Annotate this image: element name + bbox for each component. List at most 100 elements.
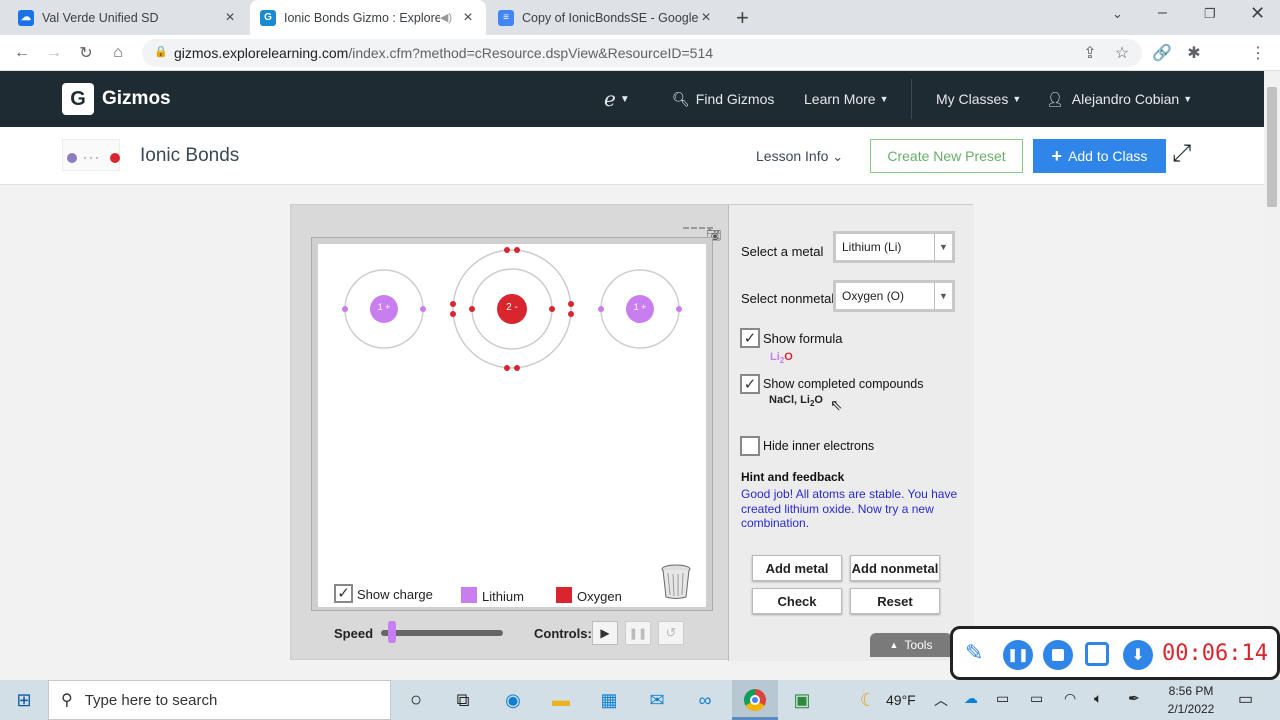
gizmos-logo-text[interactable]: Gizmos	[102, 88, 171, 110]
hide-inner-electrons-checkbox[interactable]	[740, 436, 760, 456]
learn-more-menu[interactable]: Learn More ▼	[804, 71, 889, 127]
page-scrollbar[interactable]	[1264, 71, 1280, 680]
search-icon: 🔍︎	[672, 90, 690, 107]
mouse-cursor-icon: ⇖	[830, 397, 843, 414]
minimize-icon[interactable]: –	[1158, 4, 1167, 22]
close-tab-icon[interactable]: ×	[460, 9, 476, 27]
wifi-icon[interactable]: ◠	[1064, 690, 1076, 707]
speed-slider-track[interactable]	[381, 630, 503, 636]
mute-icon[interactable]: ◀)	[440, 11, 452, 24]
gizmo-thumbnail	[62, 139, 120, 171]
add-to-class-button[interactable]: + Add to Class	[1033, 139, 1166, 173]
tools-tab[interactable]: ▲ Tools	[870, 633, 952, 657]
tab-ionic-bonds[interactable]: G Ionic Bonds Gizmo : ExploreL ◀) ×	[250, 0, 486, 35]
volume-icon[interactable]: 🔈︎	[1094, 690, 1102, 707]
url-field[interactable]: 🔒 gizmos.explorelearning.com/index.cfm?m…	[142, 39, 1142, 67]
user-menu[interactable]: 👤︎ Alejandro Cobian ▼	[1046, 71, 1192, 127]
download-icon[interactable]: ⬇	[1123, 640, 1153, 670]
windows-taskbar: ⊞ ⚲ Type here to search ○ ⧉ ◉ ▬ ▦ ✉ ∞ ▣ …	[0, 680, 1280, 720]
close-tab-icon[interactable]: ×	[698, 9, 714, 27]
share-icon[interactable]: ⇪	[1078, 41, 1102, 65]
notifications-icon[interactable]: ▭	[1238, 689, 1253, 709]
pause-recording-icon[interactable]: ❚❚	[1003, 640, 1033, 670]
show-charge-checkbox[interactable]: ✓	[334, 584, 353, 603]
scroll-thumb[interactable]	[1267, 87, 1277, 207]
docs-icon: ≡	[498, 9, 514, 26]
home-icon[interactable]: ⌂	[106, 41, 130, 65]
tab-search-icon[interactable]: ⌄	[1112, 6, 1123, 22]
battery-icon[interactable]: ▭	[1030, 690, 1043, 707]
show-completed-label: Show completed compounds	[763, 377, 924, 391]
tab-google-doc[interactable]: ≡ Copy of IonicBondsSE - Google [ ×	[488, 0, 724, 35]
play-icon[interactable]: ▶	[592, 621, 618, 645]
back-icon[interactable]: ←	[10, 41, 34, 65]
onedrive-icon[interactable]: ☁	[964, 690, 978, 707]
reload-icon[interactable]: ↻	[74, 41, 98, 65]
create-preset-button[interactable]: Create New Preset	[870, 139, 1023, 173]
save-icon[interactable]	[1085, 642, 1109, 666]
lithium-legend-swatch	[461, 587, 477, 603]
show-completed-checkbox[interactable]: ✓	[740, 374, 760, 394]
metal-select[interactable]: Lithium (Li) ▼	[833, 231, 955, 263]
pen-icon[interactable]: ✒	[1128, 690, 1140, 707]
new-tab-icon[interactable]: +	[736, 5, 749, 31]
bookmark-star-icon[interactable]: ☆	[1110, 41, 1134, 65]
add-nonmetal-button[interactable]: Add nonmetal	[850, 555, 940, 581]
gizmos-logo-icon[interactable]: G	[62, 83, 94, 115]
show-hidden-icons[interactable]: ︿	[934, 690, 948, 710]
controls-label: Controls:	[534, 626, 592, 641]
pause-icon[interactable]: ❚❚	[625, 621, 651, 645]
task-view-icon[interactable]: ⧉	[447, 684, 479, 716]
screen-recorder: ✎ ❚❚ ⬇ 00:06:14	[950, 626, 1280, 680]
gizmos-nav: G Gizmos ℯ ▼ 🔍︎ Find Gizmos Learn More ▼ My…	[0, 71, 1264, 127]
close-tab-icon[interactable]: ×	[222, 9, 238, 27]
trash-icon[interactable]	[660, 564, 692, 600]
windows-start-icon[interactable]: ⊞	[8, 684, 40, 716]
my-classes-menu[interactable]: My Classes ▼	[936, 71, 1021, 127]
forward-icon[interactable]: →	[42, 41, 66, 65]
weather-moon-icon: ☾	[859, 689, 877, 710]
stage-canvas[interactable]: 1 + 2 - 1 + ✓ Show charge Lithium Oxygen	[318, 244, 706, 607]
rewind-icon[interactable]: ↺	[658, 621, 684, 645]
store-icon[interactable]: ▦	[593, 684, 625, 716]
chrome-taskbar-item[interactable]	[732, 680, 778, 720]
nonmetal-select[interactable]: Oxygen (O) ▼	[833, 280, 955, 312]
mail-icon[interactable]: ✉	[641, 684, 673, 716]
taskbar-date[interactable]: 2/1/2022	[1160, 702, 1222, 716]
hide-inner-electrons-label: Hide inner electrons	[763, 439, 875, 453]
formula-display: Li2O	[770, 351, 793, 366]
fullscreen-icon[interactable]: ⤢	[1172, 140, 1191, 168]
oxygen-legend-swatch	[556, 587, 572, 603]
tab-val-verde[interactable]: ☁ Val Verde Unified SD ×	[8, 0, 248, 35]
restore-icon[interactable]: ❐	[1204, 6, 1216, 22]
gizmo-simulation: 📷︎ 1 + 2 - 1 + ✓ Show charge Lithium Oxy…	[290, 204, 974, 661]
atom-stage: 1 + 2 - 1 + ✓ Show charge Lithium Oxygen	[311, 237, 713, 611]
flexi-app-icon[interactable]: ▣	[786, 684, 818, 716]
taskbar-time[interactable]: 8:56 PM	[1160, 684, 1222, 698]
check-button[interactable]: Check	[752, 588, 842, 614]
extensions-icon[interactable]: ✱	[1182, 41, 1206, 65]
reset-button[interactable]: Reset	[850, 588, 940, 614]
show-formula-checkbox[interactable]: ✓	[740, 328, 760, 348]
lock-icon: 🔒	[154, 46, 168, 58]
url-path: /index.cfm?method=cResource.dspView&Reso…	[348, 45, 714, 61]
menu-dots-icon[interactable]: ⋮	[1246, 41, 1270, 65]
find-gizmos-link[interactable]: 🔍︎ Find Gizmos	[672, 71, 774, 127]
select-nonmetal-label: Select nonmetal	[741, 291, 835, 306]
meet-icon[interactable]: ▭	[996, 690, 1009, 707]
el-menu-icon[interactable]: ℯ ▼	[604, 71, 630, 127]
edge-icon[interactable]: ◉	[497, 684, 529, 716]
add-metal-button[interactable]: Add metal	[752, 555, 842, 581]
taskbar-search-box[interactable]: ⚲ Type here to search	[48, 680, 391, 720]
lesson-info-dropdown[interactable]: Lesson Info ⌄	[756, 148, 843, 165]
speed-slider-handle[interactable]	[388, 621, 396, 643]
cortana-icon[interactable]: ○	[400, 684, 432, 716]
show-formula-label: Show formula	[763, 331, 843, 346]
file-explorer-icon[interactable]: ▬	[545, 684, 577, 716]
stop-recording-icon[interactable]	[1043, 640, 1073, 670]
tab-title: Val Verde Unified SD	[42, 10, 159, 25]
close-window-icon[interactable]: ✕	[1250, 3, 1265, 24]
app-icon[interactable]: ∞	[689, 684, 721, 716]
link-icon[interactable]: 🔗	[1150, 41, 1174, 65]
pencil-icon[interactable]: ✎	[965, 640, 983, 666]
